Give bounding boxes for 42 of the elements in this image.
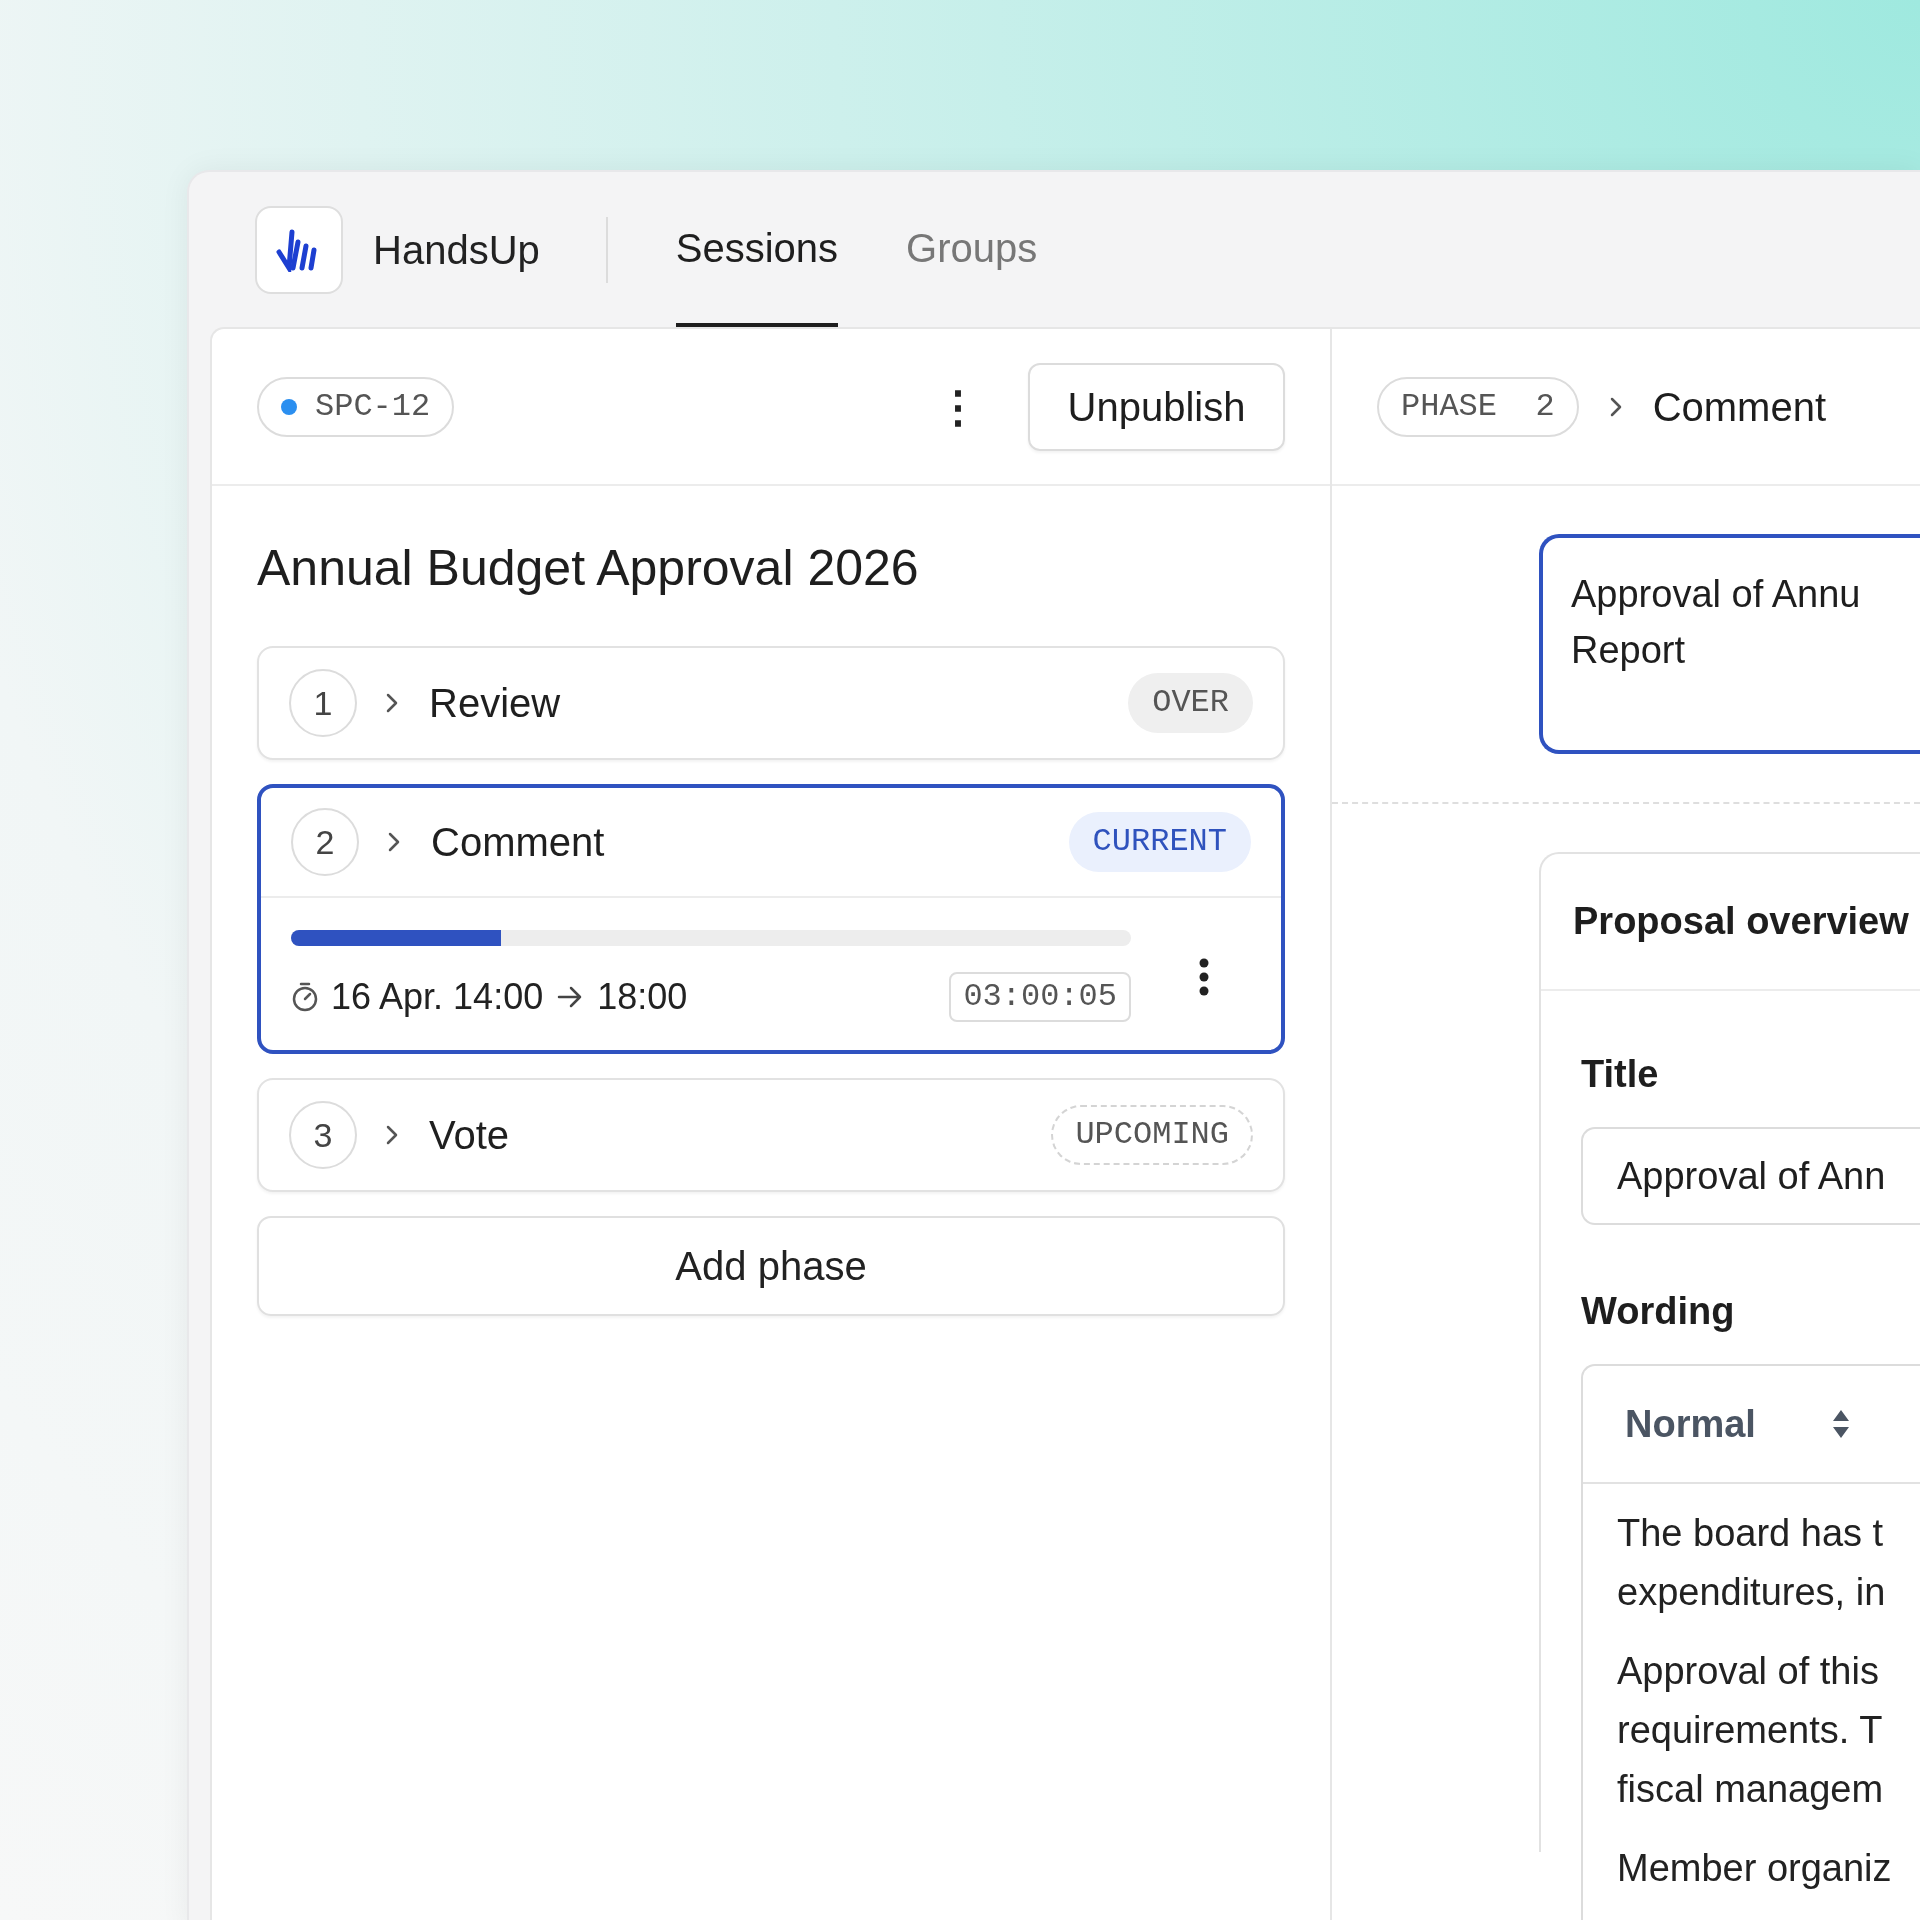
status-badge: CURRENT [1068, 812, 1251, 872]
status-badge: OVER [1128, 673, 1253, 733]
session-title: Annual Budget Approval 2026 [257, 539, 920, 598]
add-phase-button[interactable]: Add phase [257, 1216, 1285, 1316]
overview-heading: Proposal overview [1573, 899, 1909, 944]
session-id-badge: SPC-12 [257, 376, 455, 437]
phase-card[interactable]: 3 Vote UPCOMING [257, 1078, 1285, 1192]
text-style-dropdown[interactable]: Normal [1625, 1395, 1850, 1453]
phase-card[interactable]: 2 Comment CURRENT 16 Apr. 14:00 18:00 03:00:05 [257, 784, 1285, 1054]
more-options-icon[interactable] [1199, 958, 1209, 996]
phase-end-time: 18:00 [597, 975, 688, 1019]
text-editor[interactable]: Normal The board has t expenditures, in Approval of this requirements. T fiscal managem Member organiz [1581, 1364, 1920, 1920]
phase-number: 3 [289, 1101, 357, 1169]
phase-start-time: 16 Apr. 14:00 [331, 975, 544, 1019]
app-name: HandsUp [373, 226, 540, 274]
phase-name: Comment [431, 819, 605, 866]
editor-paragraph: Approval of this requirements. T fiscal managem [1617, 1649, 1885, 1812]
phase-number: 2 [291, 808, 359, 876]
countdown-timer: 03:00:05 [949, 972, 1131, 1022]
chevron-right-icon [385, 1123, 399, 1147]
phase-name: Review [429, 680, 561, 727]
proposal-title: Approval of Annu Report [1571, 572, 1862, 673]
field-label: Title [1581, 1052, 1660, 1097]
phase-name: Vote [429, 1112, 510, 1159]
unpublish-button[interactable]: Unpublish [1028, 362, 1285, 451]
more-options-button[interactable]: ⋮ [936, 384, 980, 429]
proposal-card[interactable]: Approval of Annu Report [1539, 534, 1920, 754]
phase-heading: Comment [1652, 383, 1826, 431]
phase-card[interactable]: 1 Review OVER [257, 646, 1285, 760]
chevron-right-icon [387, 830, 401, 854]
status-badge: UPCOMING [1051, 1105, 1253, 1165]
app-logo[interactable] [255, 205, 343, 294]
phase-number: 1 [289, 669, 357, 737]
chevron-right-icon [385, 691, 399, 715]
title-input-field[interactable]: Approval of Ann [1581, 1127, 1920, 1225]
field-label: Wording [1581, 1289, 1736, 1334]
editor-paragraph: The board has t expenditures, in [1617, 1511, 1886, 1615]
up-down-arrows-icon [1831, 1409, 1850, 1439]
phase-badge: PHASE 2 [1377, 376, 1579, 437]
arrow-right-icon [557, 986, 584, 1008]
stopwatch-icon [291, 981, 319, 1013]
nav-tab[interactable]: Groups [906, 172, 1038, 327]
